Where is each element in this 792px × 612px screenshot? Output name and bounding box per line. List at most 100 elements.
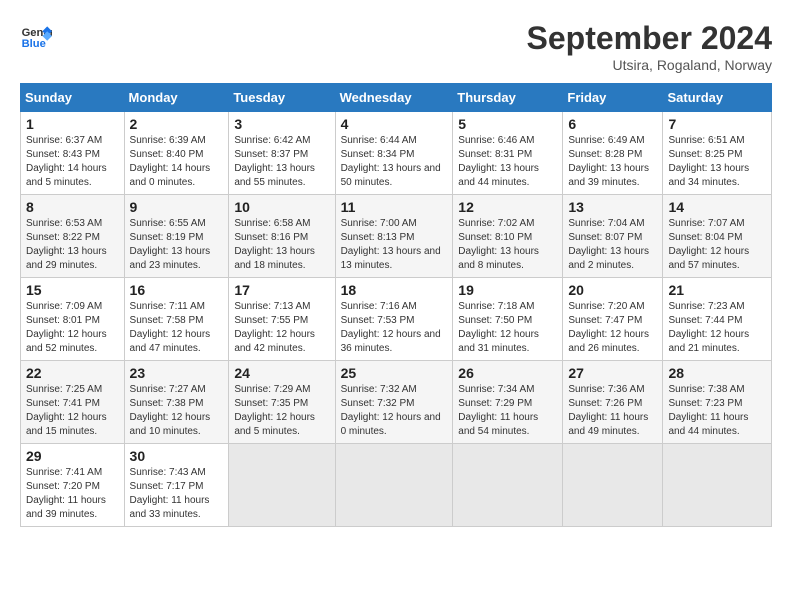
calendar-day-cell: 18 Sunrise: 7:16 AM Sunset: 7:53 PM Dayli… xyxy=(335,278,453,361)
day-number: 29 xyxy=(26,448,119,464)
day-info: Sunrise: 6:44 AM Sunset: 8:34 PM Dayligh… xyxy=(341,134,448,190)
calendar-day-cell xyxy=(563,444,663,527)
calendar-day-cell: 17 Sunrise: 7:13 AM Sunset: 7:55 PM Dayli… xyxy=(229,278,335,361)
calendar-day-cell: 7 Sunrise: 6:51 AM Sunset: 8:25 PM Daylig… xyxy=(663,112,772,195)
day-info: Sunrise: 7:11 AM Sunset: 7:58 PM Dayligh… xyxy=(130,300,224,356)
day-info: Sunrise: 7:27 AM Sunset: 7:38 PM Dayligh… xyxy=(130,383,224,439)
day-info: Sunrise: 7:34 AM Sunset: 7:29 PM Dayligh… xyxy=(458,383,557,439)
day-number: 20 xyxy=(568,282,657,298)
day-number: 14 xyxy=(668,199,766,215)
logo: General Blue xyxy=(20,20,52,52)
day-info: Sunrise: 7:29 AM Sunset: 7:35 PM Dayligh… xyxy=(234,383,329,439)
day-info: Sunrise: 7:18 AM Sunset: 7:50 PM Dayligh… xyxy=(458,300,557,356)
day-number: 18 xyxy=(341,282,448,298)
day-number: 17 xyxy=(234,282,329,298)
day-info: Sunrise: 6:49 AM Sunset: 8:28 PM Dayligh… xyxy=(568,134,657,190)
calendar-day-cell: 21Sunrise: 7:23 AM Sunset: 7:44 PM Dayli… xyxy=(663,278,772,361)
day-number: 22 xyxy=(26,365,119,381)
calendar-day-cell: 8 Sunrise: 6:53 AM Sunset: 8:22 PM Daylig… xyxy=(21,195,125,278)
day-info: Sunrise: 6:46 AM Sunset: 8:31 PM Dayligh… xyxy=(458,134,557,190)
calendar-day-cell: 10Sunrise: 6:58 AM Sunset: 8:16 PM Dayli… xyxy=(229,195,335,278)
day-number: 1 xyxy=(26,116,119,132)
calendar-day-cell: 20 Sunrise: 7:20 AM Sunset: 7:47 PM Dayli… xyxy=(563,278,663,361)
weekday-header-wednesday: Wednesday xyxy=(335,84,453,112)
day-number: 15 xyxy=(26,282,119,298)
calendar-day-cell: 9Sunrise: 6:55 AM Sunset: 8:19 PM Daylig… xyxy=(124,195,229,278)
day-number: 26 xyxy=(458,365,557,381)
calendar-day-cell: 15 Sunrise: 7:09 AM Sunset: 8:01 PM Dayli… xyxy=(21,278,125,361)
calendar-day-cell: 11 Sunrise: 7:00 AM Sunset: 8:13 PM Dayli… xyxy=(335,195,453,278)
day-info: Sunrise: 7:41 AM Sunset: 7:20 PM Dayligh… xyxy=(26,466,119,522)
calendar-day-cell: 30Sunrise: 7:43 AM Sunset: 7:17 PM Dayli… xyxy=(124,444,229,527)
calendar-day-cell: 1 Sunrise: 6:37 AM Sunset: 8:43 PM Daylig… xyxy=(21,112,125,195)
calendar-day-cell: 2 Sunrise: 6:39 AM Sunset: 8:40 PM Daylig… xyxy=(124,112,229,195)
day-number: 8 xyxy=(26,199,119,215)
day-number: 23 xyxy=(130,365,224,381)
calendar-day-cell xyxy=(453,444,563,527)
calendar-week-row: 8 Sunrise: 6:53 AM Sunset: 8:22 PM Daylig… xyxy=(21,195,772,278)
day-info: Sunrise: 6:53 AM Sunset: 8:22 PM Dayligh… xyxy=(26,217,119,273)
day-number: 3 xyxy=(234,116,329,132)
weekday-header-tuesday: Tuesday xyxy=(229,84,335,112)
day-info: Sunrise: 6:37 AM Sunset: 8:43 PM Dayligh… xyxy=(26,134,119,190)
day-info: Sunrise: 6:51 AM Sunset: 8:25 PM Dayligh… xyxy=(668,134,766,190)
calendar-week-row: 15 Sunrise: 7:09 AM Sunset: 8:01 PM Dayli… xyxy=(21,278,772,361)
day-number: 4 xyxy=(341,116,448,132)
weekday-header-sunday: Sunday xyxy=(21,84,125,112)
day-info: Sunrise: 7:16 AM Sunset: 7:53 PM Dayligh… xyxy=(341,300,448,356)
day-number: 19 xyxy=(458,282,557,298)
calendar-day-cell xyxy=(229,444,335,527)
day-info: Sunrise: 7:36 AM Sunset: 7:26 PM Dayligh… xyxy=(568,383,657,439)
day-number: 27 xyxy=(568,365,657,381)
day-number: 11 xyxy=(341,199,448,215)
day-info: Sunrise: 6:58 AM Sunset: 8:16 PM Dayligh… xyxy=(234,217,329,273)
day-info: Sunrise: 7:25 AM Sunset: 7:41 PM Dayligh… xyxy=(26,383,119,439)
location: Utsira, Rogaland, Norway xyxy=(527,57,772,73)
calendar-day-cell: 6Sunrise: 6:49 AM Sunset: 8:28 PM Daylig… xyxy=(563,112,663,195)
weekday-header-row: SundayMondayTuesdayWednesdayThursdayFrid… xyxy=(21,84,772,112)
weekday-header-friday: Friday xyxy=(563,84,663,112)
day-number: 7 xyxy=(668,116,766,132)
calendar-day-cell: 4 Sunrise: 6:44 AM Sunset: 8:34 PM Daylig… xyxy=(335,112,453,195)
calendar-day-cell: 12Sunrise: 7:02 AM Sunset: 8:10 PM Dayli… xyxy=(453,195,563,278)
day-number: 24 xyxy=(234,365,329,381)
day-number: 28 xyxy=(668,365,766,381)
calendar-day-cell: 22 Sunrise: 7:25 AM Sunset: 7:41 PM Dayli… xyxy=(21,361,125,444)
weekday-header-thursday: Thursday xyxy=(453,84,563,112)
day-info: Sunrise: 7:38 AM Sunset: 7:23 PM Dayligh… xyxy=(668,383,766,439)
calendar-day-cell: 27 Sunrise: 7:36 AM Sunset: 7:26 PM Dayli… xyxy=(563,361,663,444)
day-info: Sunrise: 7:43 AM Sunset: 7:17 PM Dayligh… xyxy=(130,466,224,522)
calendar-day-cell: 16 Sunrise: 7:11 AM Sunset: 7:58 PM Dayli… xyxy=(124,278,229,361)
calendar-day-cell: 13 Sunrise: 7:04 AM Sunset: 8:07 PM Dayli… xyxy=(563,195,663,278)
day-info: Sunrise: 6:42 AM Sunset: 8:37 PM Dayligh… xyxy=(234,134,329,190)
weekday-header-monday: Monday xyxy=(124,84,229,112)
day-number: 21 xyxy=(668,282,766,298)
calendar-day-cell: 28 Sunrise: 7:38 AM Sunset: 7:23 PM Dayli… xyxy=(663,361,772,444)
day-number: 5 xyxy=(458,116,557,132)
calendar-day-cell: 24 Sunrise: 7:29 AM Sunset: 7:35 PM Dayli… xyxy=(229,361,335,444)
day-info: Sunrise: 6:39 AM Sunset: 8:40 PM Dayligh… xyxy=(130,134,224,190)
month-title: September 2024 xyxy=(527,20,772,57)
logo-icon: General Blue xyxy=(20,20,52,52)
day-number: 2 xyxy=(130,116,224,132)
day-info: Sunrise: 7:00 AM Sunset: 8:13 PM Dayligh… xyxy=(341,217,448,273)
calendar-day-cell xyxy=(663,444,772,527)
calendar-day-cell: 23 Sunrise: 7:27 AM Sunset: 7:38 PM Dayli… xyxy=(124,361,229,444)
calendar-week-row: 1 Sunrise: 6:37 AM Sunset: 8:43 PM Daylig… xyxy=(21,112,772,195)
calendar-day-cell xyxy=(335,444,453,527)
day-info: Sunrise: 7:13 AM Sunset: 7:55 PM Dayligh… xyxy=(234,300,329,356)
day-info: Sunrise: 7:04 AM Sunset: 8:07 PM Dayligh… xyxy=(568,217,657,273)
day-info: Sunrise: 7:20 AM Sunset: 7:47 PM Dayligh… xyxy=(568,300,657,356)
day-info: Sunrise: 6:55 AM Sunset: 8:19 PM Dayligh… xyxy=(130,217,224,273)
day-info: Sunrise: 7:32 AM Sunset: 7:32 PM Dayligh… xyxy=(341,383,448,439)
calendar-day-cell: 5 Sunrise: 6:46 AM Sunset: 8:31 PM Daylig… xyxy=(453,112,563,195)
day-info: Sunrise: 7:07 AM Sunset: 8:04 PM Dayligh… xyxy=(668,217,766,273)
calendar-day-cell: 3 Sunrise: 6:42 AM Sunset: 8:37 PM Daylig… xyxy=(229,112,335,195)
day-number: 13 xyxy=(568,199,657,215)
day-number: 16 xyxy=(130,282,224,298)
calendar-day-cell: 19 Sunrise: 7:18 AM Sunset: 7:50 PM Dayli… xyxy=(453,278,563,361)
day-info: Sunrise: 7:02 AM Sunset: 8:10 PM Dayligh… xyxy=(458,217,557,273)
day-info: Sunrise: 7:09 AM Sunset: 8:01 PM Dayligh… xyxy=(26,300,119,356)
svg-text:Blue: Blue xyxy=(22,38,46,50)
page-header: General Blue September 2024 Utsira, Roga… xyxy=(20,20,772,73)
